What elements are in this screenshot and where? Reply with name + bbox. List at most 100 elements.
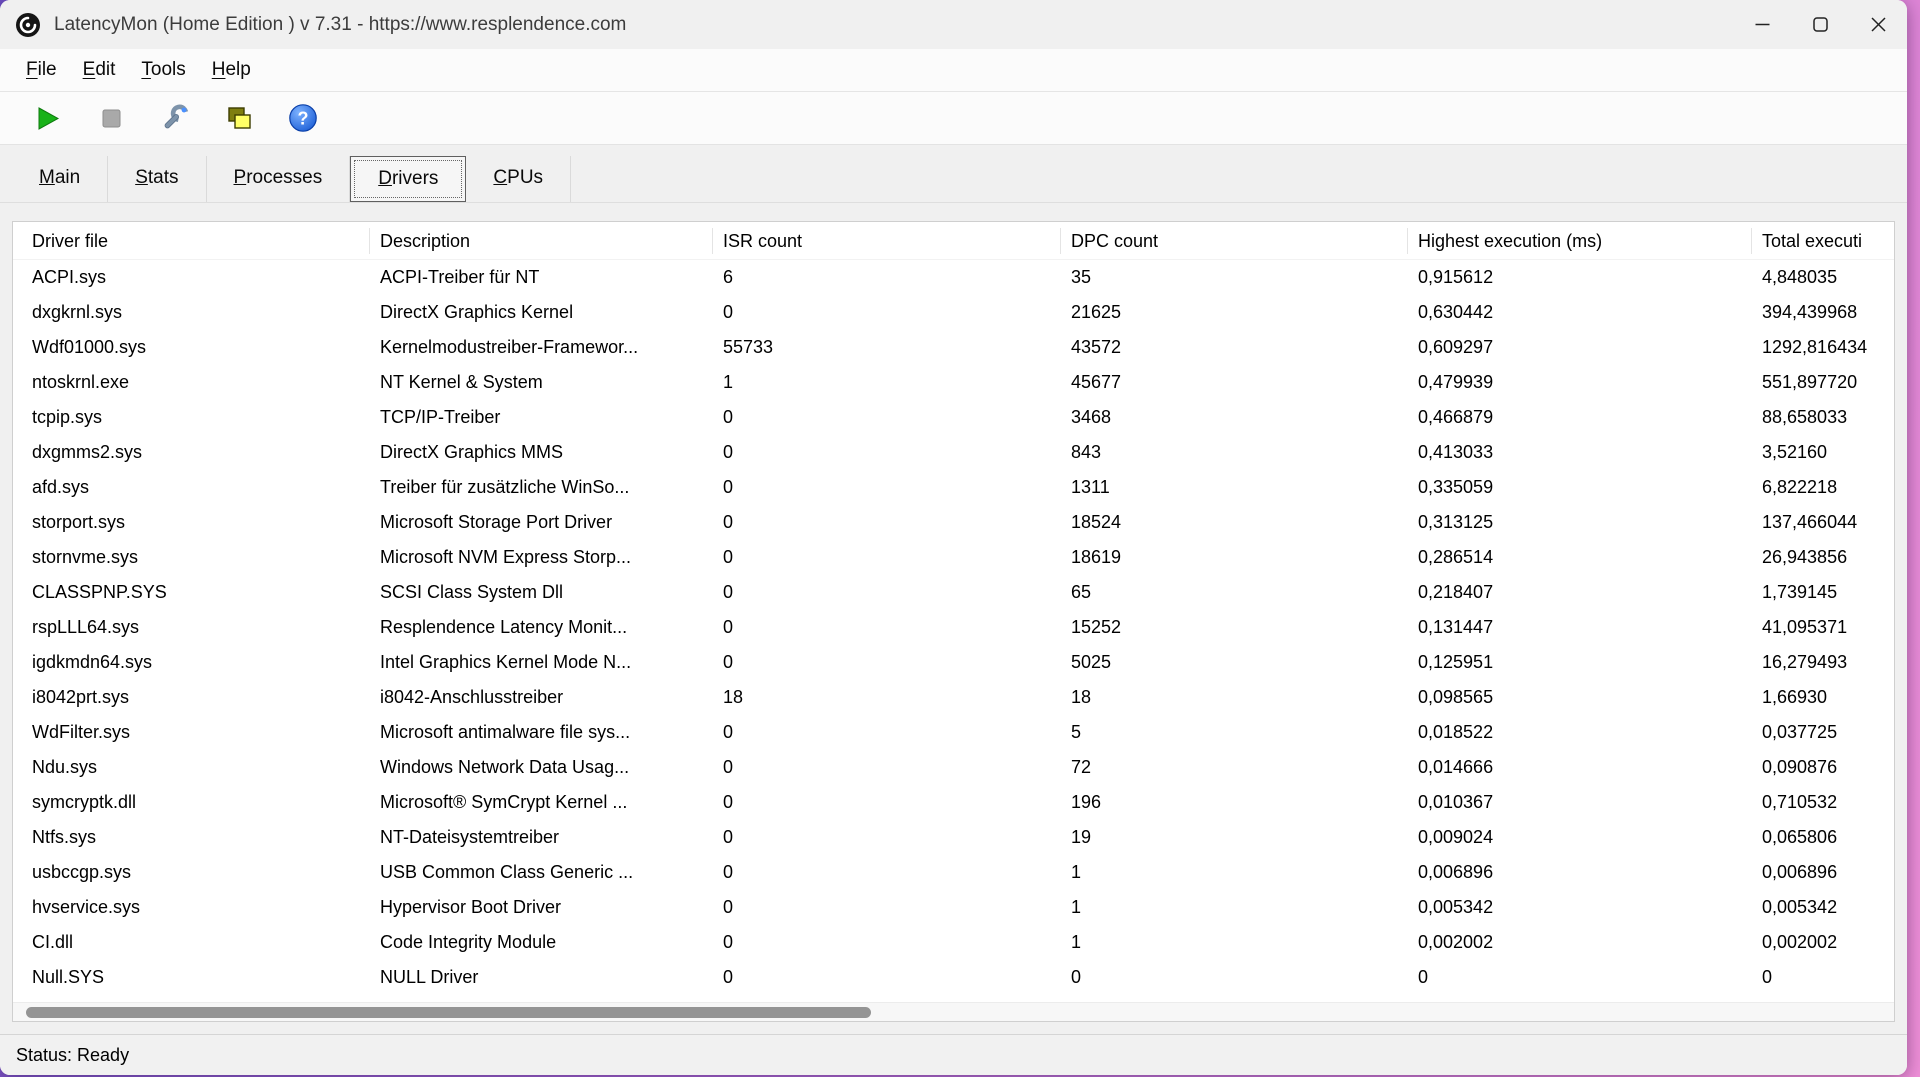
table-row[interactable]: igdkmdn64.sysIntel Graphics Kernel Mode … (13, 645, 1894, 680)
tab-main[interactable]: Main (12, 156, 108, 202)
column-header[interactable]: Highest execution (ms) (1408, 228, 1752, 254)
table-row[interactable]: Wdf01000.sysKernelmodustreiber-Framewor.… (13, 330, 1894, 365)
table-cell: 0 (713, 757, 1061, 778)
menu-file[interactable]: File (13, 49, 70, 91)
menu-help[interactable]: Help (199, 49, 264, 91)
table-row[interactable]: CI.dllCode Integrity Module010,0020020,0… (13, 925, 1894, 960)
table-cell: 5025 (1061, 652, 1408, 673)
table-cell: ntoskrnl.exe (13, 372, 370, 393)
table-row[interactable]: stornvme.sysMicrosoft NVM Express Storp.… (13, 540, 1894, 575)
table-cell: 0 (713, 547, 1061, 568)
table-cell: igdkmdn64.sys (13, 652, 370, 673)
toolbar: ? (0, 92, 1907, 145)
table-cell: Treiber für zusätzliche WinSo... (370, 477, 713, 498)
table-row[interactable]: usbccgp.sysUSB Common Class Generic ...0… (13, 855, 1894, 890)
table-cell: 0 (1408, 967, 1752, 988)
table-row[interactable]: WdFilter.sysMicrosoft antimalware file s… (13, 715, 1894, 750)
table-cell: Code Integrity Module (370, 932, 713, 953)
horizontal-scrollbar[interactable] (13, 1002, 1894, 1021)
title-bar[interactable]: LatencyMon (Home Edition ) v 7.31 - http… (0, 0, 1907, 49)
svg-text:?: ? (298, 109, 309, 129)
table-row[interactable]: rspLLL64.sysResplendence Latency Monit..… (13, 610, 1894, 645)
table-cell: 0 (713, 407, 1061, 428)
table-cell: 1,66930 (1752, 687, 1894, 708)
table-cell: 394,439968 (1752, 302, 1894, 323)
column-header[interactable]: Driver file (13, 228, 370, 254)
stop-monitor-button[interactable] (94, 100, 128, 136)
table-cell: 0,002002 (1752, 932, 1894, 953)
tab-cpus[interactable]: CPUs (466, 156, 571, 202)
table-cell: 0,014666 (1408, 757, 1752, 778)
table-row[interactable]: ntoskrnl.exeNT Kernel & System1456770,47… (13, 365, 1894, 400)
start-monitor-button[interactable] (30, 100, 64, 136)
table-cell: symcryptk.dll (13, 792, 370, 813)
help-button[interactable]: ? (286, 100, 320, 136)
tab-processes[interactable]: Processes (207, 156, 351, 202)
table-row[interactable]: dxgmms2.sysDirectX Graphics MMS08430,413… (13, 435, 1894, 470)
table-cell: Microsoft Storage Port Driver (370, 512, 713, 533)
table-row[interactable]: Null.SYSNULL Driver0000 (13, 960, 1894, 995)
scrollbar-thumb[interactable] (26, 1007, 871, 1018)
table-cell: 88,658033 (1752, 407, 1894, 428)
table-row[interactable]: ACPI.sysACPI-Treiber für NT6350,9156124,… (13, 260, 1894, 295)
table-cell: 0,915612 (1408, 267, 1752, 288)
table-cell: 35 (1061, 267, 1408, 288)
table-row[interactable]: CLASSPNP.SYSSCSI Class System Dll0650,21… (13, 575, 1894, 610)
table-cell: 1,739145 (1752, 582, 1894, 603)
table-row[interactable]: symcryptk.dllMicrosoft® SymCrypt Kernel … (13, 785, 1894, 820)
tab-drivers[interactable]: Drivers (350, 156, 466, 202)
table-row[interactable]: Ntfs.sysNT-Dateisystemtreiber0190,009024… (13, 820, 1894, 855)
column-header[interactable]: DPC count (1061, 228, 1408, 254)
table-cell: NT Kernel & System (370, 372, 713, 393)
close-button[interactable] (1849, 0, 1907, 49)
help-icon: ? (288, 103, 318, 133)
table-cell: 0,009024 (1408, 827, 1752, 848)
table-cell: 0,710532 (1752, 792, 1894, 813)
table-cell: 6,822218 (1752, 477, 1894, 498)
table-cell: 45677 (1061, 372, 1408, 393)
menu-edit[interactable]: Edit (70, 49, 129, 91)
app-window: LatencyMon (Home Edition ) v 7.31 - http… (0, 0, 1907, 1075)
table-cell: 0,005342 (1408, 897, 1752, 918)
analyze-tool-button[interactable] (158, 100, 192, 136)
column-header[interactable]: ISR count (713, 228, 1061, 254)
table-cell: i8042prt.sys (13, 687, 370, 708)
table-cell: Microsoft antimalware file sys... (370, 722, 713, 743)
table-cell: 0 (713, 862, 1061, 883)
table-cell: 3468 (1061, 407, 1408, 428)
table-cell: ACPI.sys (13, 267, 370, 288)
table-cell: Ntfs.sys (13, 827, 370, 848)
table-cell: 0,090876 (1752, 757, 1894, 778)
table-cell: 3,52160 (1752, 442, 1894, 463)
table-cell: ACPI-Treiber für NT (370, 267, 713, 288)
column-header[interactable]: Total executi (1752, 228, 1894, 254)
table-row[interactable]: tcpip.sysTCP/IP-Treiber034680,46687988,6… (13, 400, 1894, 435)
table-row[interactable]: Ndu.sysWindows Network Data Usag...0720,… (13, 750, 1894, 785)
tab-stats[interactable]: Stats (108, 156, 206, 202)
column-header[interactable]: Description (370, 228, 713, 254)
minimize-button[interactable] (1733, 0, 1791, 49)
table-row[interactable]: hvservice.sysHypervisor Boot Driver010,0… (13, 890, 1894, 925)
maximize-button[interactable] (1791, 0, 1849, 49)
table-row[interactable]: afd.sysTreiber für zusätzliche WinSo...0… (13, 470, 1894, 505)
table-cell: TCP/IP-Treiber (370, 407, 713, 428)
table-cell: 0,010367 (1408, 792, 1752, 813)
menu-bar: File Edit Tools Help (0, 49, 1907, 92)
table-cell: 196 (1061, 792, 1408, 813)
table-cell: Kernelmodustreiber-Framewor... (370, 337, 713, 358)
table-cell: 0 (713, 477, 1061, 498)
table-cell: DirectX Graphics MMS (370, 442, 713, 463)
table-row[interactable]: dxgkrnl.sysDirectX Graphics Kernel021625… (13, 295, 1894, 330)
table-cell: 843 (1061, 442, 1408, 463)
table-cell: 0 (1752, 967, 1894, 988)
table-cell: 26,943856 (1752, 547, 1894, 568)
table-row[interactable]: storport.sysMicrosoft Storage Port Drive… (13, 505, 1894, 540)
status-text: Status: Ready (16, 1045, 129, 1066)
window-title: LatencyMon (Home Edition ) v 7.31 - http… (54, 14, 626, 36)
menu-tools[interactable]: Tools (128, 49, 198, 91)
table-cell: 21625 (1061, 302, 1408, 323)
table-cell: 41,095371 (1752, 617, 1894, 638)
table-cell: Wdf01000.sys (13, 337, 370, 358)
table-row[interactable]: i8042prt.sysi8042-Anschlusstreiber18180,… (13, 680, 1894, 715)
cascade-windows-button[interactable] (222, 100, 256, 136)
